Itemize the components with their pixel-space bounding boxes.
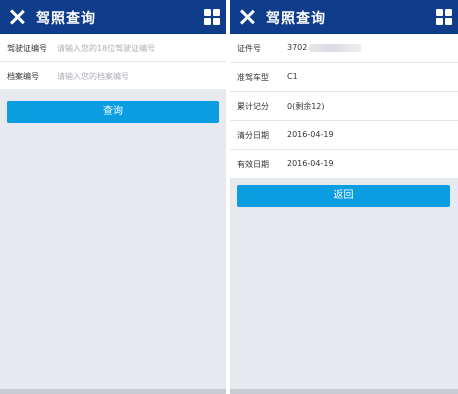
id-number-row: 证件号 3702 xyxy=(230,34,458,63)
valid-date-label: 有效日期 xyxy=(237,160,269,169)
points-value: 0(剩余12) xyxy=(287,102,325,111)
license-number-row: 驾驶证编号 请输入您的18位驾驶证编号 xyxy=(0,34,226,62)
license-number-label: 驾驶证编号 xyxy=(7,44,47,53)
file-number-row: 档案编号 请输入您的档案编号 xyxy=(0,62,226,89)
id-number-label: 证件号 xyxy=(237,44,261,53)
close-icon[interactable] xyxy=(6,6,28,28)
clear-date-row: 清分日期 2016-04-19 xyxy=(230,121,458,150)
valid-date-value: 2016-04-19 xyxy=(287,159,334,168)
file-number-label: 档案编号 xyxy=(7,72,39,81)
header-bar: 驾照查询 xyxy=(0,0,226,34)
grid-icon[interactable] xyxy=(436,9,452,25)
clear-date-value: 2016-04-19 xyxy=(287,130,334,139)
id-number-value: 3702 xyxy=(287,43,362,52)
page-title: 驾照查询 xyxy=(36,11,96,27)
license-number-input[interactable]: 请输入您的18位驾驶证编号 xyxy=(57,43,155,54)
bottom-strip xyxy=(230,389,458,394)
clear-date-label: 清分日期 xyxy=(237,131,269,140)
valid-date-row: 有效日期 2016-04-19 xyxy=(230,150,458,178)
points-row: 累计记分 0(剩余12) xyxy=(230,92,458,121)
vehicle-class-value: C1 xyxy=(287,72,298,81)
query-button[interactable]: 查询 xyxy=(7,101,219,123)
page-title: 驾照查询 xyxy=(266,11,326,27)
vehicle-class-row: 准驾车型 C1 xyxy=(230,63,458,92)
query-form: 驾驶证编号 请输入您的18位驾驶证编号 档案编号 请输入您的档案编号 xyxy=(0,34,226,89)
grid-icon[interactable] xyxy=(204,9,220,25)
close-icon[interactable] xyxy=(236,6,258,28)
header-bar: 驾照查询 xyxy=(230,0,458,34)
redacted-blur xyxy=(309,43,362,52)
query-screen: 驾照查询 驾驶证编号 请输入您的18位驾驶证编号 档案编号 请输入您的档案编号 … xyxy=(0,0,226,394)
vehicle-class-label: 准驾车型 xyxy=(237,73,269,82)
result-screen: 驾照查询 证件号 3702 准驾车型 C1 累计记分 0(剩余12) 清分日期 … xyxy=(230,0,458,394)
result-info: 证件号 3702 准驾车型 C1 累计记分 0(剩余12) 清分日期 2016-… xyxy=(230,34,458,178)
points-label: 累计记分 xyxy=(237,102,269,111)
file-number-input[interactable]: 请输入您的档案编号 xyxy=(57,71,129,82)
back-button[interactable]: 返回 xyxy=(237,185,450,207)
bottom-strip xyxy=(0,389,226,394)
